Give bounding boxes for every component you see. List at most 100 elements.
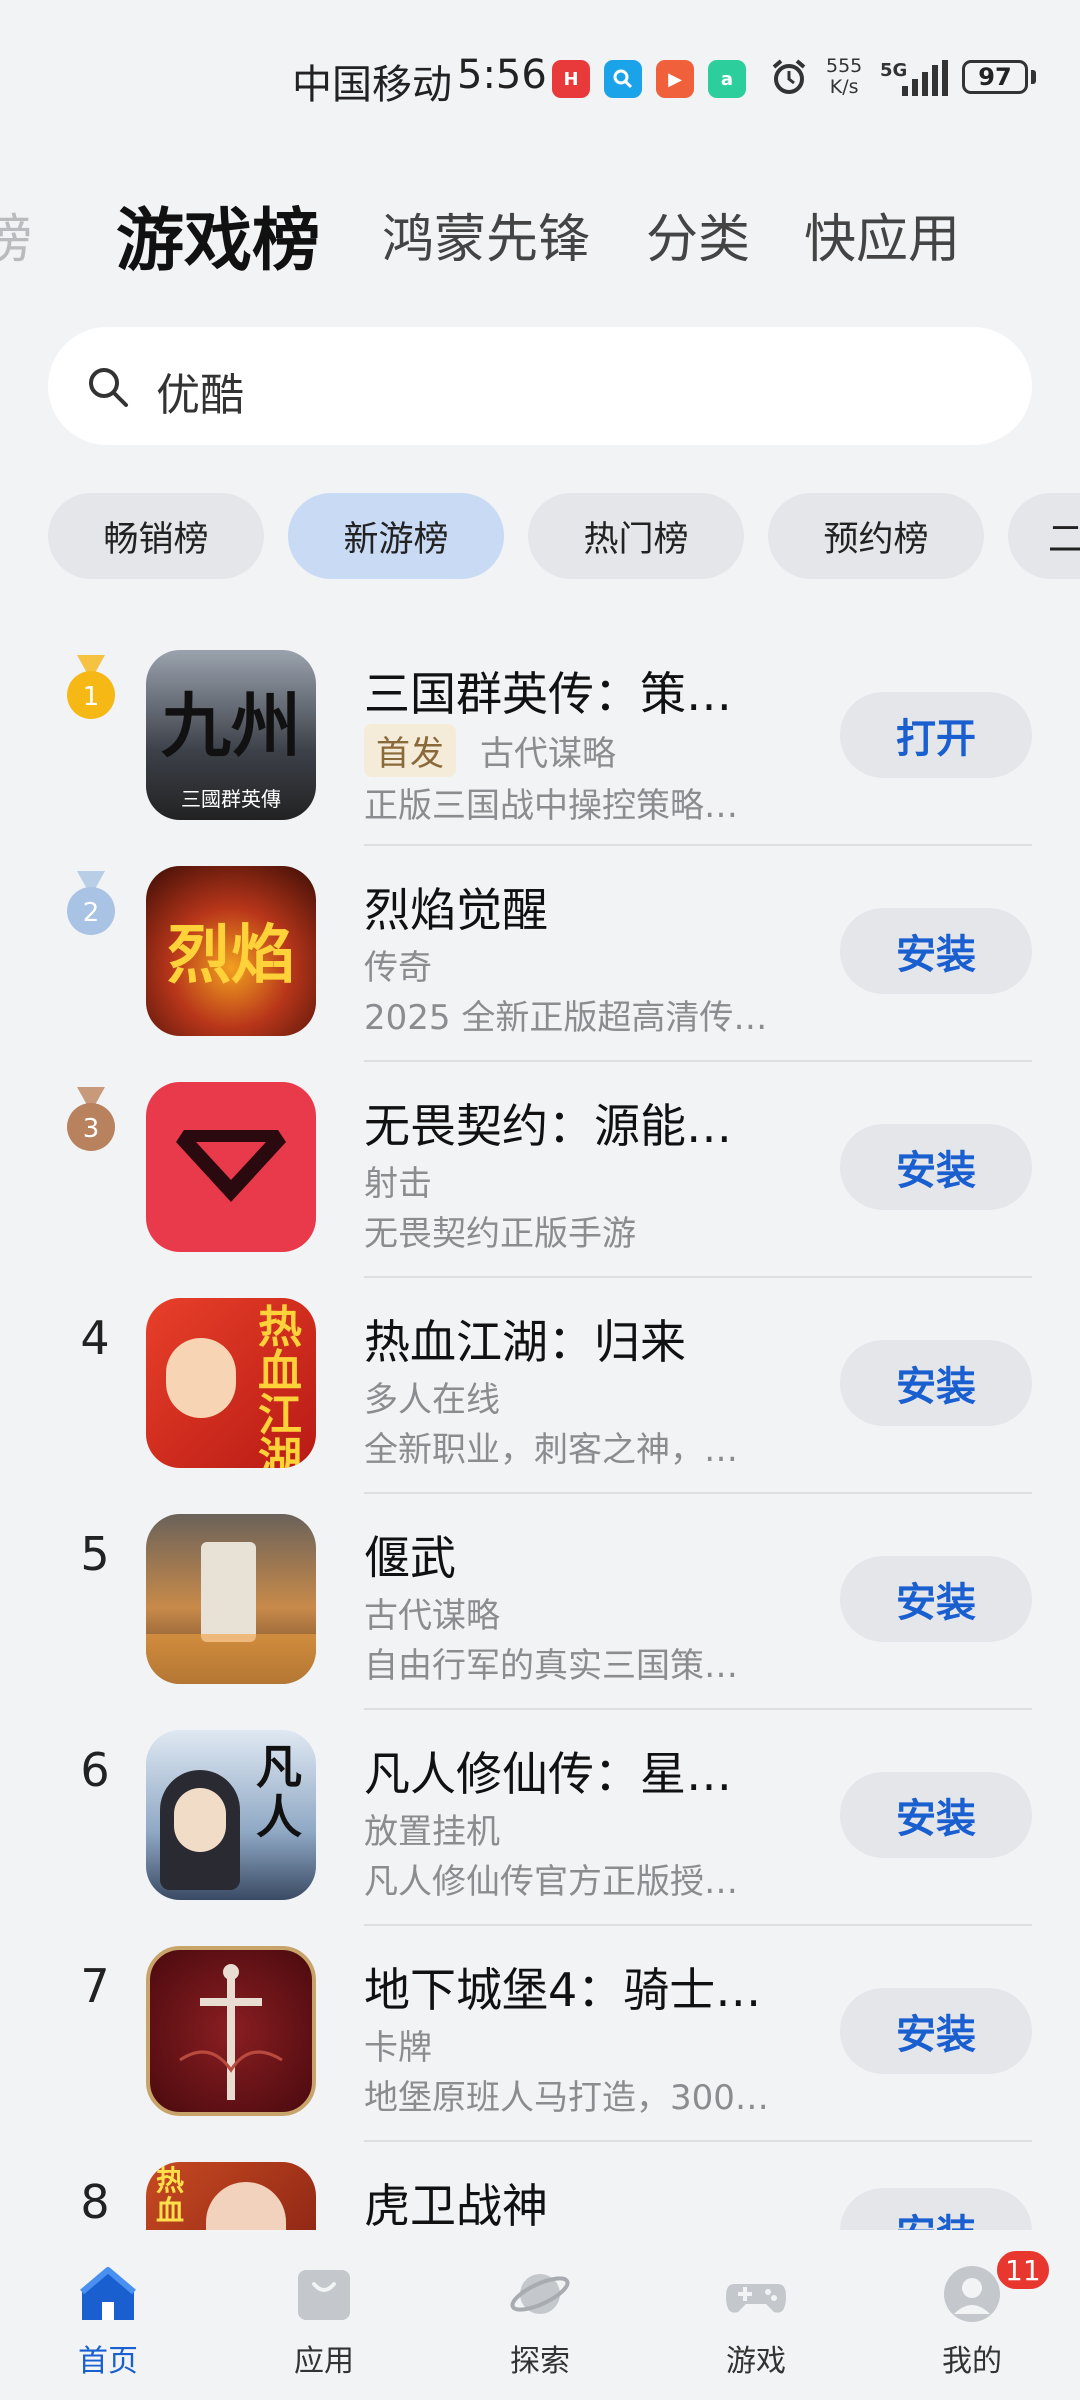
list-item[interactable]: 1 九州 三國群英傳 三国群英传：策… 首发 古代谋略 正版三国战中操控策略… 打…: [0, 630, 1080, 846]
app-icon[interactable]: 烈焰: [146, 866, 316, 1036]
nav-label: 我的: [942, 2344, 1002, 2379]
list-item[interactable]: 4 热血江湖 热血江湖：归来 多人在线 全新职业，刺客之神，… 安装: [0, 1278, 1080, 1494]
character-face: [166, 1338, 236, 1418]
app-description: 2025 全新正版超高清传…: [364, 998, 768, 1038]
silver-medal-icon: 2: [67, 871, 115, 935]
rank-number: 7: [80, 1959, 110, 2013]
install-button[interactable]: 安装: [840, 908, 1032, 994]
app-name: 虎卫战神: [364, 2179, 548, 2230]
valorant-logo-icon: [176, 1130, 286, 1202]
list-item[interactable]: 3 无畏契约：源能… 射击 无畏契约正版手游 安装: [0, 1062, 1080, 1278]
app-description: 正版三国战中操控策略…: [364, 786, 738, 826]
icon-title: 热血江湖: [258, 1302, 302, 1469]
search-notify-icon: [604, 60, 642, 98]
rank-number: 5: [80, 1527, 110, 1581]
nav-games[interactable]: 游戏: [686, 2262, 826, 2380]
install-button[interactable]: 安装: [840, 1556, 1032, 1642]
status-bar: 中国移动 5:56 H ▶ a 555 K/s 5G 97: [0, 0, 1080, 150]
install-button[interactable]: 安装: [840, 1340, 1032, 1426]
app-icon[interactable]: 热血江湖: [146, 1298, 316, 1468]
list-item[interactable]: 2 烈焰 烈焰觉醒 传奇 2025 全新正版超高清传… 安装: [0, 846, 1080, 1062]
app-category: 首发 古代谋略: [364, 724, 616, 777]
app-ranking-list: 1 九州 三國群英傳 三国群英传：策… 首发 古代谋略 正版三国战中操控策略… 打…: [0, 630, 1080, 2230]
net-speed-value: 555: [826, 55, 863, 77]
search-bar[interactable]: 优酷: [48, 327, 1032, 445]
rank-number: 4: [80, 1311, 110, 1365]
app-description: 地堡原班人马打造，300…: [364, 2078, 769, 2118]
list-item[interactable]: 8 热血 虎卫战神 安装: [0, 2142, 1080, 2230]
app-category: 古代谋略: [364, 1596, 500, 1636]
app-name: 热血江湖：归来: [364, 1315, 686, 1369]
chip-partial[interactable]: 二: [1008, 493, 1080, 579]
rank-filter-chips: 畅销榜 新游榜 热门榜 预约榜 二: [0, 493, 1080, 583]
chip-hot[interactable]: 热门榜: [528, 493, 744, 579]
open-button[interactable]: 打开: [840, 692, 1032, 778]
character-face: [174, 1788, 226, 1852]
battery-tip: [1031, 70, 1036, 84]
app-icon[interactable]: 九州 三國群英傳: [146, 650, 316, 820]
tab-game-rank[interactable]: 游戏榜: [116, 185, 320, 284]
app-icon[interactable]: 凡人: [146, 1730, 316, 1900]
install-button[interactable]: 安装: [840, 2188, 1032, 2230]
install-button[interactable]: 安装: [840, 1124, 1032, 1210]
app-name: 偃武: [364, 1531, 456, 1585]
huawei-notify-icon: H: [552, 60, 590, 98]
nav-explore[interactable]: 探索: [470, 2262, 610, 2380]
carrier-label: 中国移动: [292, 62, 452, 108]
chip-bestseller[interactable]: 畅销榜: [48, 493, 264, 579]
nav-label: 首页: [78, 2344, 138, 2379]
video-notify-icon: ▶: [656, 60, 694, 98]
character-face: [206, 2182, 286, 2230]
planet-icon: [510, 2274, 570, 2314]
app-name: 烈焰觉醒: [364, 883, 548, 937]
tab-category[interactable]: 分类: [646, 197, 750, 272]
nav-profile[interactable]: 我的 11: [902, 2248, 1052, 2380]
app-category: 射击: [364, 1164, 432, 1204]
tab-rank-partial[interactable]: 榜: [0, 197, 32, 272]
stone-monument: [201, 1542, 256, 1642]
icon-title: 烈焰: [167, 918, 295, 993]
app-icon[interactable]: [146, 1514, 316, 1684]
nav-label: 探索: [510, 2344, 570, 2379]
list-item[interactable]: 6 凡人 凡人修仙传：星… 放置挂机 凡人修仙传官方正版授… 安装: [0, 1710, 1080, 1926]
tab-harmony-pioneer[interactable]: 鸿蒙先锋: [382, 197, 590, 272]
app-icon[interactable]: 热血: [146, 2162, 316, 2230]
app-name: 凡人修仙传：星…: [364, 1747, 732, 1801]
install-button[interactable]: 安装: [840, 1772, 1032, 1858]
nav-apps[interactable]: 应用: [254, 2262, 394, 2380]
alarm-icon: [772, 59, 806, 94]
rank-number: 2: [83, 898, 100, 928]
app-icon[interactable]: [146, 1946, 316, 2116]
app-name: 无畏契约：源能…: [364, 1099, 732, 1153]
nav-label: 应用: [294, 2344, 354, 2379]
app-description: 无畏契约正版手游: [364, 1214, 636, 1254]
category-text: 古代谋略: [480, 734, 616, 774]
app-category: 传奇: [364, 948, 432, 988]
net-speed: 555 K/s: [826, 56, 862, 98]
top-tab-bar: 榜 游戏榜 鸿蒙先锋 分类 快应用: [0, 175, 1080, 285]
rank-number: 3: [83, 1114, 100, 1144]
chip-reservation[interactable]: 预约榜: [768, 493, 984, 579]
first-release-tag: 首发: [364, 724, 456, 777]
gold-medal-icon: 1: [67, 655, 115, 719]
app-description: 全新职业，刺客之神，…: [364, 1430, 738, 1470]
nav-label: 游戏: [726, 2344, 786, 2379]
app-description: 自由行军的真实三国策…: [364, 1646, 738, 1686]
app-icon[interactable]: [146, 1082, 316, 1252]
rank-number: 8: [80, 2175, 110, 2229]
fire-glow: [146, 1634, 316, 1684]
tab-quick-app[interactable]: 快应用: [804, 197, 960, 272]
app-category: 卡牌: [364, 2028, 432, 2068]
rank-number: 6: [80, 1743, 110, 1797]
home-icon: [80, 2267, 136, 2320]
search-input[interactable]: 优酷: [156, 359, 244, 423]
battery-indicator: 97: [962, 60, 1028, 94]
chip-new-games[interactable]: 新游榜: [288, 493, 504, 579]
bag-icon: [298, 2270, 350, 2320]
install-button[interactable]: 安装: [840, 1988, 1032, 2074]
nav-home[interactable]: 首页: [38, 2262, 178, 2380]
icon-subtitle: 三國群英傳: [181, 787, 281, 811]
bronze-medal-icon: 3: [67, 1087, 115, 1151]
list-item[interactable]: 7 地下城堡4：骑士… 卡牌 地堡原班人马打造，300… 安装: [0, 1926, 1080, 2142]
list-item[interactable]: 5 偃武 古代谋略 自由行军的真实三国策… 安装: [0, 1494, 1080, 1710]
